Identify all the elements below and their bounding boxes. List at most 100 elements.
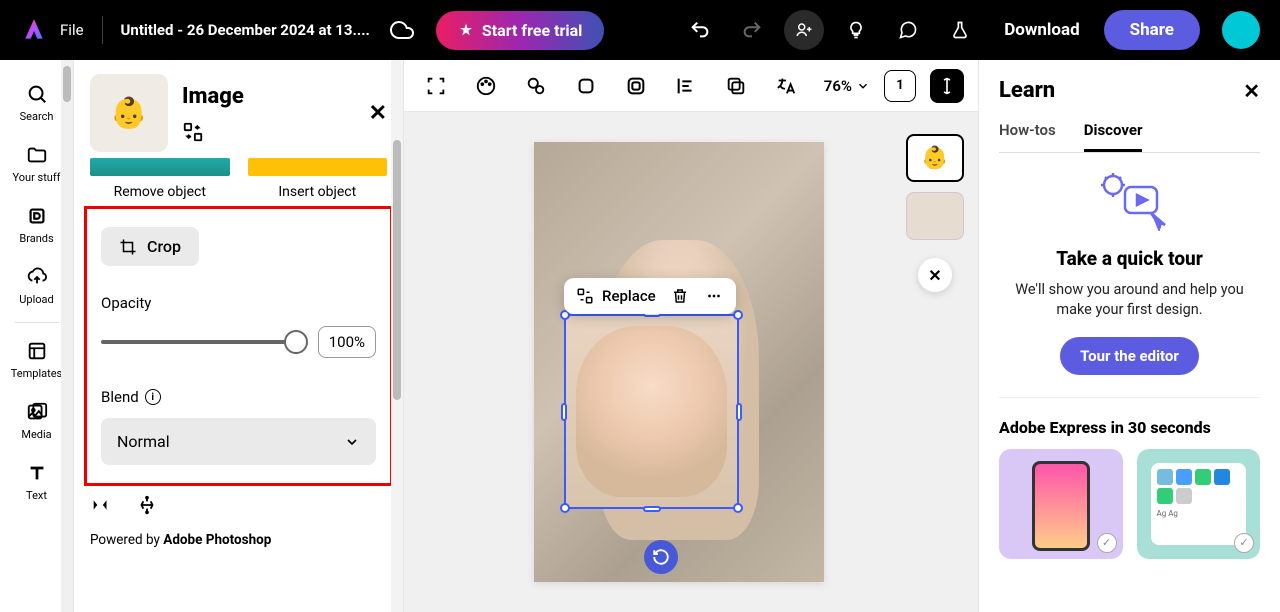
section-title-30s: Adobe Express in 30 seconds bbox=[999, 418, 1260, 437]
info-icon[interactable]: i bbox=[145, 389, 161, 405]
history-undo-fab[interactable] bbox=[644, 540, 678, 574]
left-rail: Search Your stuff Brands Upload Template… bbox=[0, 60, 74, 612]
opacity-slider[interactable] bbox=[101, 340, 304, 344]
blend-label-row: Blend i bbox=[101, 388, 376, 406]
page-thumbnails: 👶 ✕ bbox=[906, 134, 964, 292]
color-palette-icon[interactable] bbox=[468, 68, 504, 104]
rail-label: Upload bbox=[19, 293, 53, 306]
rounded-rect-icon[interactable] bbox=[568, 68, 604, 104]
tour-title: Take a quick tour bbox=[1056, 247, 1203, 270]
align-icon[interactable] bbox=[668, 68, 704, 104]
nested-rect-icon[interactable] bbox=[618, 68, 654, 104]
redo-button[interactable] bbox=[732, 10, 772, 50]
selected-image-thumbnail: 👶 bbox=[90, 74, 168, 152]
resize-edge[interactable] bbox=[643, 506, 661, 512]
expand-collapse-icon[interactable] bbox=[930, 69, 964, 103]
opacity-value-input[interactable]: 100% bbox=[318, 326, 376, 358]
media-icon bbox=[25, 400, 49, 424]
rail-divider bbox=[15, 322, 59, 323]
opacity-label: Opacity bbox=[101, 294, 376, 312]
check-icon: ✓ bbox=[1234, 533, 1254, 553]
tab-discover[interactable]: Discover bbox=[1084, 121, 1143, 152]
rail-label: Your stuff bbox=[12, 171, 60, 184]
blend-mode-select[interactable]: Normal bbox=[101, 418, 376, 465]
tutorial-card-2[interactable]: Ag Ag ✓ bbox=[1137, 449, 1261, 559]
floating-action-bar: Replace bbox=[564, 278, 736, 314]
resize-edge[interactable] bbox=[561, 403, 567, 421]
trial-label: Start free trial bbox=[482, 21, 582, 40]
rail-label: Templates bbox=[11, 367, 62, 380]
remove-object-card[interactable]: Remove object bbox=[90, 158, 230, 200]
swatch-grid-icon: Ag Ag bbox=[1151, 463, 1247, 545]
folder-icon bbox=[25, 143, 49, 167]
tour-illustration-icon bbox=[1095, 171, 1165, 231]
selected-image-on-canvas[interactable] bbox=[564, 314, 739, 509]
tour-editor-button[interactable]: Tour the editor bbox=[1060, 337, 1199, 375]
translate-icon[interactable] bbox=[768, 68, 804, 104]
replace-label: Replace bbox=[602, 287, 656, 305]
app-logo[interactable] bbox=[20, 16, 48, 44]
resize-handle[interactable] bbox=[733, 503, 743, 513]
tab-howtos[interactable]: How-tos bbox=[999, 121, 1056, 152]
flip-horizontal-icon[interactable] bbox=[90, 494, 112, 516]
tour-description: We'll show you around and help you make … bbox=[999, 280, 1260, 321]
close-learn-button[interactable]: ✕ bbox=[1243, 79, 1260, 103]
preview-swatch bbox=[90, 158, 230, 176]
close-panel-button[interactable]: ✕ bbox=[369, 101, 387, 126]
rail-label: Search bbox=[20, 110, 54, 123]
learn-tabs: How-tos Discover bbox=[999, 121, 1260, 153]
more-options-button[interactable] bbox=[704, 286, 724, 306]
beaker-icon[interactable] bbox=[940, 10, 980, 50]
page-thumb-2[interactable] bbox=[906, 192, 964, 240]
tutorial-card-1[interactable]: ✓ bbox=[999, 449, 1123, 559]
user-avatar[interactable] bbox=[1222, 11, 1260, 49]
delete-button[interactable] bbox=[670, 286, 690, 306]
page-thumb-1[interactable]: 👶 bbox=[906, 134, 964, 182]
canvas-toolbar: 76% 1 bbox=[404, 60, 978, 112]
invite-button[interactable] bbox=[784, 10, 824, 50]
page-indicator[interactable]: 1 bbox=[884, 70, 916, 102]
remove-object-label: Remove object bbox=[114, 184, 206, 200]
share-button[interactable]: Share bbox=[1104, 10, 1200, 50]
blend-mode-value: Normal bbox=[117, 432, 170, 451]
topbar: File Untitled - 26 December 2024 at 13..… bbox=[0, 0, 1280, 60]
panel-scrollbar[interactable] bbox=[391, 60, 403, 612]
start-free-trial-button[interactable]: Start free trial bbox=[436, 11, 604, 50]
cloud-sync-icon[interactable] bbox=[390, 18, 414, 42]
opacity-slider-handle[interactable] bbox=[284, 330, 308, 354]
crop-label: Crop bbox=[147, 237, 181, 256]
insert-object-card[interactable]: Insert object bbox=[248, 158, 388, 200]
layers-icon[interactable] bbox=[718, 68, 754, 104]
image-properties-panel: 👶 Image ✕ Remove object Insert object bbox=[74, 60, 404, 612]
resize-handle[interactable] bbox=[560, 503, 570, 513]
resize-edge[interactable] bbox=[736, 403, 742, 421]
highlighted-controls-region: Crop Opacity 100% Blend i Normal bbox=[84, 206, 393, 486]
replace-button[interactable]: Replace bbox=[576, 287, 656, 305]
fit-screen-icon[interactable] bbox=[418, 68, 454, 104]
comment-icon[interactable] bbox=[888, 10, 928, 50]
download-button[interactable]: Download bbox=[1004, 20, 1079, 40]
effects-icon[interactable] bbox=[518, 68, 554, 104]
chevron-down-icon bbox=[856, 79, 870, 93]
document-title[interactable]: Untitled - 26 December 2024 at 13.... bbox=[121, 21, 370, 39]
blend-label: Blend bbox=[101, 388, 139, 406]
rail-label: Brands bbox=[19, 232, 53, 245]
file-menu[interactable]: File bbox=[60, 21, 84, 39]
brand-icon bbox=[25, 204, 49, 228]
baby-photo bbox=[576, 326, 727, 497]
crop-button[interactable]: Crop bbox=[101, 227, 199, 266]
distribute-icon[interactable] bbox=[136, 494, 158, 516]
swap-icon[interactable] bbox=[182, 121, 244, 143]
close-thumbnails-button[interactable]: ✕ bbox=[918, 258, 952, 292]
zoom-dropdown[interactable]: 76% bbox=[824, 77, 870, 95]
resize-handle[interactable] bbox=[733, 310, 743, 320]
divider bbox=[102, 16, 103, 44]
learn-panel: Learn ✕ How-tos Discover Take a quick to… bbox=[978, 60, 1280, 612]
chevron-down-icon bbox=[344, 434, 360, 450]
lightbulb-icon[interactable] bbox=[836, 10, 876, 50]
preview-swatch bbox=[248, 158, 388, 176]
powered-by-text: Powered by Adobe Photoshop bbox=[90, 526, 387, 548]
rail-scrollbar[interactable] bbox=[61, 60, 73, 612]
undo-button[interactable] bbox=[680, 10, 720, 50]
check-icon: ✓ bbox=[1097, 533, 1117, 553]
